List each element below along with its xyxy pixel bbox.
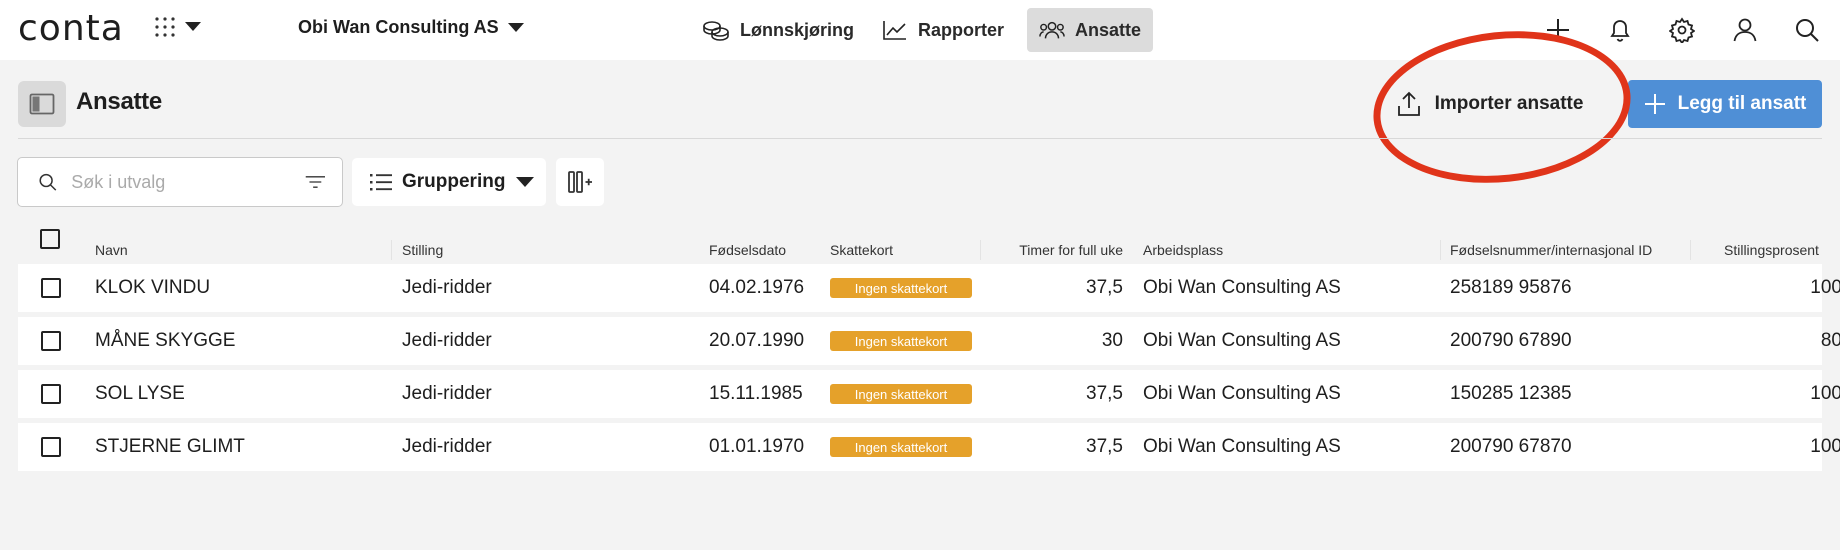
search-box bbox=[17, 157, 343, 207]
company-selector[interactable]: Obi Wan Consulting AS bbox=[298, 17, 525, 38]
add-icon[interactable] bbox=[1542, 14, 1574, 46]
cell-name[interactable]: KLOK VINDU bbox=[95, 277, 210, 299]
nav-label: Ansatte bbox=[1074, 19, 1141, 40]
cell-birthdate: 04.02.1976 bbox=[709, 277, 805, 298]
add-employee-button[interactable]: Legg til ansatt bbox=[1628, 80, 1822, 128]
upload-icon bbox=[1397, 91, 1420, 116]
row-checkbox[interactable] bbox=[41, 331, 61, 351]
column-header-taxcard[interactable]: Skattekort bbox=[830, 242, 893, 258]
user-icon[interactable] bbox=[1729, 14, 1761, 46]
logo-text: conta bbox=[18, 7, 124, 49]
cell-workplace: Obi Wan Consulting AS bbox=[1143, 330, 1341, 351]
taxcard-badge: Ingen skattekort bbox=[830, 384, 972, 404]
grouping-button[interactable]: Gruppering bbox=[352, 158, 546, 206]
conta-logo[interactable]: conta bbox=[18, 6, 124, 50]
column-divider[interactable] bbox=[1440, 240, 1441, 260]
search-icon bbox=[39, 173, 57, 191]
sidebar-toggle-button[interactable] bbox=[18, 81, 66, 127]
row-checkbox[interactable] bbox=[41, 278, 61, 298]
cell-percent: 100 bbox=[1810, 436, 1840, 457]
cell-name[interactable]: SOL LYSE bbox=[95, 383, 185, 405]
column-header-hours[interactable]: Timer for full uke bbox=[990, 242, 1123, 258]
import-label: Importer ansatte bbox=[1434, 93, 1584, 114]
cell-position: Jedi-ridder bbox=[402, 383, 492, 404]
cell-workplace: Obi Wan Consulting AS bbox=[1143, 277, 1341, 298]
nav-label: Lønnskjøring bbox=[740, 19, 854, 40]
table-row[interactable]: SOL LYSE Jedi-ridder 15.11.1985 Ingen sk… bbox=[18, 370, 1840, 418]
table-row[interactable]: STJERNE GLIMT Jedi-ridder 01.01.1970 Ing… bbox=[18, 423, 1840, 471]
cell-birthdate: 15.11.1985 bbox=[709, 383, 803, 404]
cell-position: Jedi-ridder bbox=[402, 277, 492, 298]
column-header-birthdate[interactable]: Fødselsdato bbox=[709, 242, 786, 258]
plus-icon bbox=[1644, 94, 1665, 114]
table-row[interactable]: KLOK VINDU Jedi-ridder 04.02.1976 Ingen … bbox=[18, 264, 1840, 312]
search-input[interactable] bbox=[69, 170, 306, 194]
nav-ansatte[interactable]: Ansatte bbox=[1027, 8, 1153, 52]
column-header-percent[interactable]: Stillingsprosent bbox=[1724, 242, 1822, 258]
chart-line-icon bbox=[883, 21, 906, 40]
cell-percent: 100 bbox=[1810, 383, 1840, 404]
cell-national-id: 200790 67870 bbox=[1450, 436, 1572, 457]
caret-down-icon bbox=[516, 177, 535, 187]
cell-name[interactable]: MÅNE SKYGGE bbox=[95, 330, 235, 352]
cell-percent: 80 bbox=[1820, 330, 1840, 351]
taxcard-badge: Ingen skattekort bbox=[830, 278, 972, 298]
header-divider bbox=[18, 138, 1822, 139]
bell-icon[interactable] bbox=[1604, 14, 1636, 46]
cell-percent: 100 bbox=[1810, 277, 1840, 298]
filter-icon[interactable] bbox=[305, 172, 326, 192]
caret-down-icon bbox=[507, 22, 524, 32]
nav-label: Rapporter bbox=[918, 19, 1005, 40]
cell-name[interactable]: STJERNE GLIMT bbox=[95, 436, 245, 458]
column-header-position[interactable]: Stilling bbox=[402, 242, 443, 258]
add-label: Legg til ansatt bbox=[1677, 93, 1807, 114]
columns-add-icon bbox=[568, 171, 592, 193]
row-checkbox[interactable] bbox=[41, 384, 61, 404]
cell-position: Jedi-ridder bbox=[402, 330, 492, 351]
taxcard-badge: Ingen skattekort bbox=[830, 331, 972, 351]
column-divider[interactable] bbox=[980, 240, 981, 260]
cell-workplace: Obi Wan Consulting AS bbox=[1143, 383, 1341, 404]
taxcard-badge: Ingen skattekort bbox=[830, 437, 972, 457]
nav-lonnskjoring[interactable]: Lønnskjøring bbox=[690, 8, 866, 52]
grouping-label: Gruppering bbox=[402, 171, 506, 192]
select-all-checkbox[interactable] bbox=[40, 229, 60, 249]
cell-birthdate: 01.01.1970 bbox=[709, 436, 805, 457]
coins-icon bbox=[703, 21, 729, 41]
app-switcher-button[interactable] bbox=[154, 16, 202, 38]
column-settings-button[interactable] bbox=[556, 158, 604, 206]
cell-workplace: Obi Wan Consulting AS bbox=[1143, 436, 1341, 457]
cell-hours: 37,5 bbox=[1086, 277, 1123, 298]
top-bar: conta Obi Wan Consulting AS Lønnskjøring bbox=[0, 0, 1840, 60]
cell-national-id: 258189 95876 bbox=[1450, 277, 1572, 298]
nav-rapporter[interactable]: Rapporter bbox=[870, 8, 1016, 52]
cell-hours: 37,5 bbox=[1086, 383, 1123, 404]
cell-position: Jedi-ridder bbox=[402, 436, 492, 457]
grid-dots-icon bbox=[155, 17, 175, 37]
cell-hours: 30 bbox=[1101, 330, 1123, 351]
column-divider[interactable] bbox=[1690, 240, 1691, 260]
sidebar-icon bbox=[29, 93, 55, 115]
cell-hours: 37,5 bbox=[1086, 436, 1123, 457]
column-header-name[interactable]: Navn bbox=[95, 242, 128, 258]
gear-icon[interactable] bbox=[1666, 14, 1698, 46]
cell-national-id: 150285 12385 bbox=[1450, 383, 1572, 404]
cell-national-id: 200790 67890 bbox=[1450, 330, 1572, 351]
page-title: Ansatte bbox=[76, 88, 162, 115]
column-divider[interactable] bbox=[391, 240, 392, 260]
import-employees-button[interactable]: Importer ansatte bbox=[1370, 80, 1610, 128]
column-header-workplace[interactable]: Arbeidsplass bbox=[1143, 242, 1223, 258]
company-name: Obi Wan Consulting AS bbox=[298, 17, 499, 37]
row-checkbox[interactable] bbox=[41, 437, 61, 457]
caret-down-icon bbox=[185, 22, 201, 31]
search-icon[interactable] bbox=[1791, 14, 1823, 46]
list-icon bbox=[370, 174, 392, 191]
column-header-national-id[interactable]: Fødselsnummer/internasjonal ID bbox=[1450, 242, 1652, 258]
table-row[interactable]: MÅNE SKYGGE Jedi-ridder 20.07.1990 Ingen… bbox=[18, 317, 1840, 365]
cell-birthdate: 20.07.1990 bbox=[709, 330, 805, 351]
users-icon bbox=[1039, 21, 1065, 39]
